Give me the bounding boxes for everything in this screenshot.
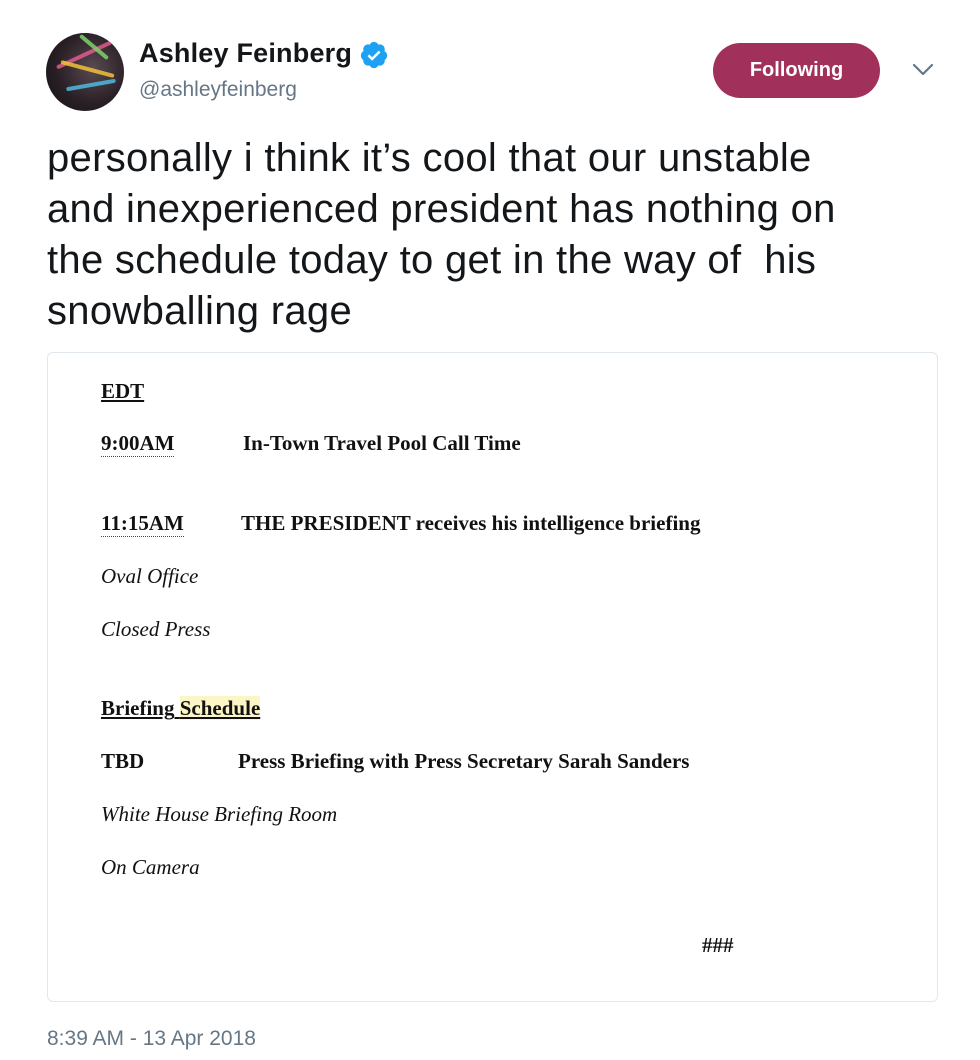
tweet-text: personally i think it’s cool that our un… [47, 133, 947, 337]
item3-coverage: On Camera [101, 855, 200, 879]
tweet-line: the schedule today to get in the way of … [47, 238, 817, 282]
user-handle[interactable]: @ashleyfeinberg [139, 78, 297, 102]
verified-badge-icon [360, 41, 388, 69]
briefing-schedule-heading: Briefing Schedule [101, 696, 261, 721]
item3-location: White House Briefing Room [101, 802, 338, 826]
schedule-image-card[interactable]: EDT 9:00AM In-Town Travel Pool Call Time… [47, 352, 938, 1002]
avatar[interactable] [46, 33, 124, 111]
item3-desc: Press Briefing with Press Secretary Sara… [238, 749, 690, 773]
item2-time: 11:15AM [101, 511, 184, 537]
edt-heading: EDT [101, 379, 145, 403]
following-button[interactable]: Following [713, 43, 880, 98]
item2-coverage: Closed Press [101, 617, 211, 641]
briefing-word: Briefing [101, 696, 175, 720]
tweet-timestamp[interactable]: 8:39 AM - 13 Apr 2018 [47, 1027, 256, 1051]
item2-location: Oval Office [101, 564, 199, 588]
end-marker: ### [702, 933, 734, 957]
chevron-down-icon[interactable] [911, 60, 935, 80]
tweet-line: snowballing rage [47, 289, 352, 333]
display-name[interactable]: Ashley Feinberg [139, 38, 352, 69]
item2-desc: THE PRESIDENT receives his intelligence … [241, 511, 701, 535]
tweet-line: and inexperienced president has nothing … [47, 187, 836, 231]
tweet-line: personally i think it’s cool that our un… [47, 136, 812, 180]
item1-desc: In-Town Travel Pool Call Time [243, 431, 521, 455]
item1-time: 9:00AM [101, 431, 175, 457]
schedule-word: Schedule [179, 696, 261, 720]
item3-time: TBD [101, 749, 145, 773]
